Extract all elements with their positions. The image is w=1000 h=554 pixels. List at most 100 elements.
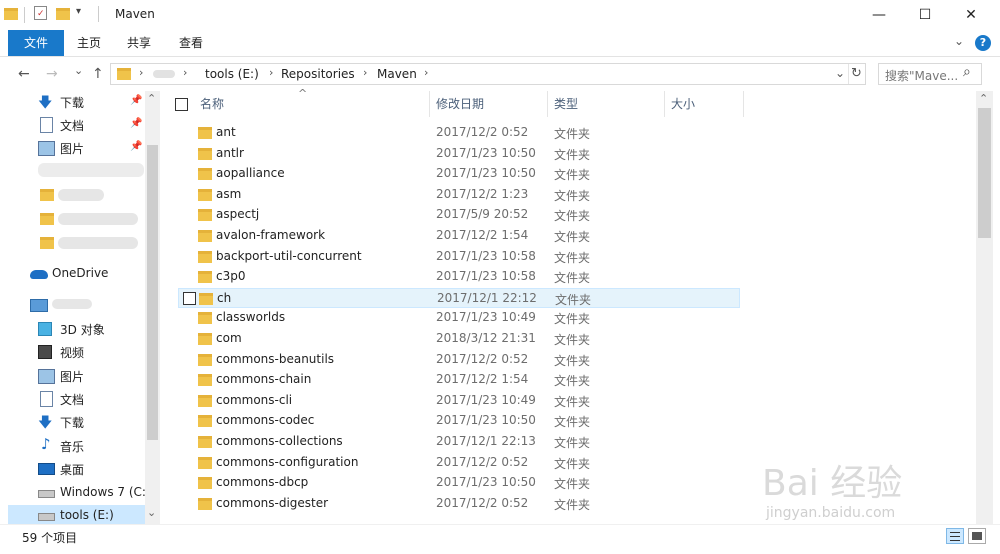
file-name: commons-chain	[216, 372, 312, 387]
table-row[interactable]: ch 2017/12/1 22:12 文件夹	[178, 287, 740, 308]
pin-icon[interactable]: 📌	[130, 141, 142, 152]
table-row[interactable]: backport-util-concurrent 2017/1/23 10:58 文…	[178, 247, 740, 267]
search-input[interactable]: 搜索"Mave...	[885, 67, 958, 84]
table-row[interactable]: asm 2017/12/2 1:23 文件夹	[178, 185, 740, 205]
sidebar-item-pictures[interactable]: 图片	[8, 365, 148, 387]
table-row[interactable]: commons-configuration 2017/12/2 0:52 文件夹	[178, 453, 740, 473]
pin-icon[interactable]: 📌	[130, 95, 142, 106]
tab-share[interactable]: 共享	[122, 30, 156, 56]
file-modified-date: 2017/1/23 10:50	[436, 413, 536, 428]
folder-icon	[198, 456, 212, 469]
sidebar-item-music[interactable]: ♪ 音乐	[8, 435, 148, 457]
table-row[interactable]: aspectj 2017/5/9 20:52 文件夹	[178, 205, 740, 225]
column-modified[interactable]: 修改日期	[430, 91, 548, 117]
sidebar-scroll-thumb[interactable]	[147, 145, 158, 440]
folder-app-icon	[4, 8, 18, 20]
column-type[interactable]: 类型	[548, 91, 665, 117]
new-folder-icon[interactable]	[56, 8, 70, 20]
file-modified-date: 2017/12/2 0:52	[436, 454, 529, 469]
large-icons-view-icon[interactable]	[968, 528, 986, 544]
address-bar[interactable]: › › tools (E:) › Repositories › Maven › …	[110, 63, 866, 85]
music-note-icon: ♪	[41, 435, 51, 453]
refresh-icon[interactable]: ↻	[851, 66, 862, 81]
column-name[interactable]: 名称	[194, 91, 430, 117]
file-name: commons-digester	[216, 495, 329, 510]
sidebar-item-onedrive[interactable]: OneDrive	[8, 263, 148, 285]
file-type: 文件夹	[554, 188, 591, 203]
sidebar-item-desktop[interactable]: 桌面	[8, 458, 148, 480]
pin-icon[interactable]: 📌	[130, 118, 142, 129]
file-modified-date: 2017/1/23 10:49	[436, 310, 536, 325]
table-row[interactable]: commons-chain 2017/12/2 1:54 文件夹	[178, 370, 740, 390]
table-row[interactable]: commons-dbcp 2017/1/23 10:50 文件夹	[178, 473, 740, 493]
sidebar-item-documents-quick[interactable]: 文档 📌	[8, 114, 148, 136]
redacted-item	[58, 213, 138, 225]
table-row[interactable]: aopalliance 2017/1/23 10:50 文件夹	[178, 164, 740, 184]
file-type: 文件夹	[554, 394, 591, 409]
file-type: 文件夹	[554, 415, 591, 430]
tab-file[interactable]: 文件	[8, 30, 64, 56]
recent-locations-icon[interactable]: ⌄	[74, 64, 83, 77]
sidebar-item-label: Windows 7 (C:)	[60, 485, 151, 499]
minimize-button[interactable]: —	[856, 0, 902, 30]
select-all-checkbox[interactable]	[175, 98, 188, 111]
table-row[interactable]: commons-beanutils 2017/12/2 0:52 文件夹	[178, 350, 740, 370]
breadcrumb-separator[interactable]: ›	[269, 66, 273, 79]
breadcrumb-maven[interactable]: Maven	[377, 67, 417, 81]
row-checkbox[interactable]	[183, 291, 196, 305]
tab-home[interactable]: 主页	[72, 30, 106, 56]
table-row[interactable]: avalon-framework 2017/12/2 1:54 文件夹	[178, 226, 740, 246]
table-row[interactable]: com 2018/3/12 21:31 文件夹	[178, 329, 740, 349]
table-row[interactable]: commons-collections 2017/12/1 22:13 文件夹	[178, 432, 740, 452]
sidebar-item-3d-objects[interactable]: 3D 对象	[8, 318, 148, 340]
breadcrumb-separator[interactable]: ›	[424, 66, 428, 79]
sidebar-item-videos[interactable]: 视频	[8, 341, 148, 363]
table-row[interactable]: commons-cli 2017/1/23 10:49 文件夹	[178, 391, 740, 411]
breadcrumb-separator[interactable]: ›	[183, 66, 187, 79]
table-row[interactable]: commons-codec 2017/1/23 10:50 文件夹	[178, 411, 740, 431]
table-row[interactable]: antlr 2017/1/23 10:50 文件夹	[178, 144, 740, 164]
table-row[interactable]: classworlds 2017/1/23 10:49 文件夹	[178, 308, 740, 328]
folder-icon	[40, 237, 54, 249]
address-dropdown-icon[interactable]: ⌄	[835, 66, 845, 80]
sidebar-item-drive-c[interactable]: Windows 7 (C:)	[8, 482, 151, 504]
search-icon[interactable]: ⌕	[963, 64, 971, 80]
forward-arrow-icon[interactable]: →	[46, 66, 58, 82]
details-view-icon[interactable]	[946, 528, 964, 544]
customize-quick-access-icon[interactable]: ▾	[76, 6, 81, 17]
file-type: 文件夹	[555, 292, 592, 307]
file-modified-date: 2017/1/23 10:58	[436, 248, 536, 263]
sidebar-item-downloads-quick[interactable]: 🡇 下载 📌	[8, 91, 148, 113]
breadcrumb-tools[interactable]: tools (E:)	[205, 67, 259, 81]
back-arrow-icon[interactable]: ←	[18, 66, 30, 82]
table-row[interactable]: ant 2017/12/2 0:52 文件夹	[178, 123, 740, 143]
sidebar-item-downloads[interactable]: 🡇 下载	[8, 411, 148, 433]
maximize-button[interactable]: ☐	[902, 0, 948, 30]
folder-icon	[40, 213, 54, 225]
scroll-up-icon[interactable]: ⌃	[979, 92, 988, 105]
file-list-scroll-thumb[interactable]	[978, 108, 991, 238]
sidebar-item-documents[interactable]: 文档	[8, 388, 148, 410]
file-name: aopalliance	[216, 166, 285, 181]
ribbon-expand-icon[interactable]: ⌄	[954, 34, 964, 48]
redacted-item	[38, 163, 144, 177]
sidebar-scroll-down-icon[interactable]: ⌄	[147, 506, 156, 519]
table-row[interactable]: commons-digester 2017/12/2 0:52 文件夹	[178, 494, 740, 514]
breadcrumb-separator[interactable]: ›	[139, 66, 143, 79]
close-button[interactable]: ✕	[948, 0, 994, 30]
properties-icon[interactable]: ✓	[34, 6, 47, 20]
folder-icon	[198, 374, 212, 387]
breadcrumb-repositories[interactable]: Repositories	[281, 67, 355, 81]
search-box[interactable]: 搜索"Mave... ⌕	[878, 63, 982, 85]
sidebar-item-pictures-quick[interactable]: 图片 📌	[8, 137, 148, 159]
breadcrumb-separator[interactable]: ›	[363, 66, 367, 79]
column-size[interactable]: 大小	[665, 91, 744, 117]
tab-view[interactable]: 查看	[174, 30, 208, 56]
file-modified-date: 2017/12/1 22:12	[437, 290, 537, 305]
sidebar-item-drive-e[interactable]: tools (E:)	[8, 505, 148, 524]
up-arrow-icon[interactable]: ↑	[92, 66, 104, 82]
help-icon[interactable]: ?	[975, 35, 991, 51]
table-row[interactable]: c3p0 2017/1/23 10:58 文件夹	[178, 267, 740, 287]
sidebar-scroll-up-icon[interactable]: ⌃	[147, 92, 156, 105]
file-name: asm	[216, 186, 242, 201]
